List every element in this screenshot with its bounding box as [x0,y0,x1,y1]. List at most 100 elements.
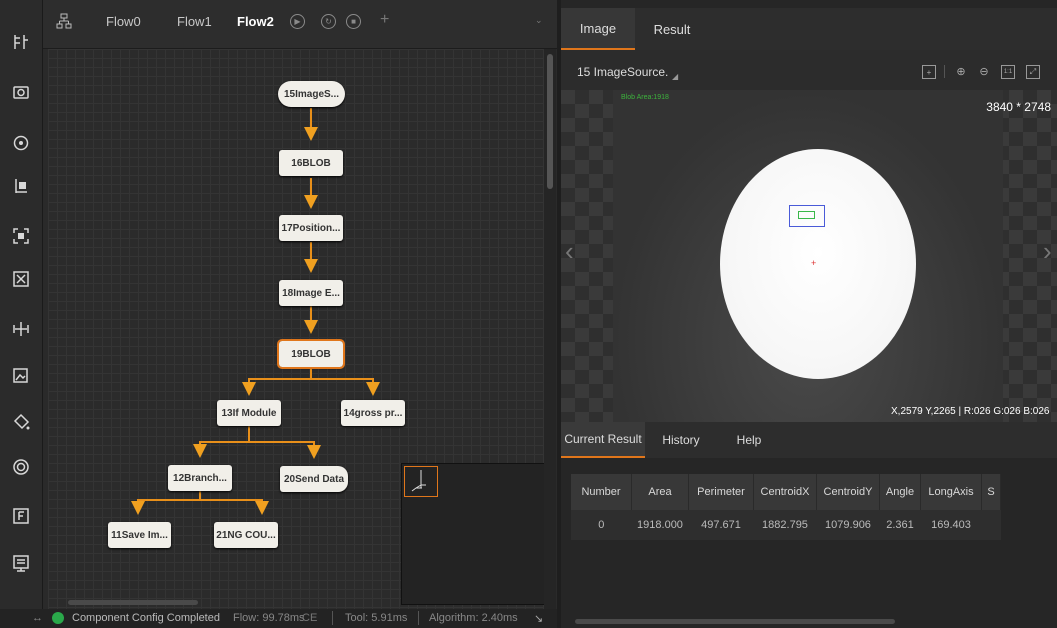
node-send-data-20[interactable]: 20Send Data [280,466,348,492]
blob-area-label: Blob Area:1918 [621,94,669,101]
table-row[interactable]: 0 1918.000 497.671 1882.795 1079.906 2.3… [571,510,1001,540]
defect-detection-icon[interactable] [7,265,35,293]
column-header[interactable]: CentroidY [816,474,880,510]
status-bar: ↔ Component Config Completed Flow: 99.78… [0,609,557,628]
color-icon[interactable] [7,408,35,436]
table-cell: 0 [571,510,632,540]
results-table: Number Area Perimeter CentroidX Centroid… [571,474,1001,540]
node-branch-12[interactable]: 12Branch... [168,465,232,491]
flow-canvas[interactable]: 15ImageS... 16BLOB 17Position... 18Image… [48,49,546,609]
tab-flow0[interactable]: Flow0 [106,14,141,29]
table-cell: 497.671 [688,510,754,540]
app-window: Flow0 Flow1 Flow2 ▶ ↻ ■ + ⌄ 15ImageS... … [0,0,1057,628]
next-image-icon[interactable]: › [1043,236,1052,267]
node-save-image-11[interactable]: 11Save Im... [108,522,171,548]
tool-sidebar [0,0,43,628]
node-if-module-13[interactable]: 13If Module [217,400,281,426]
tab-history[interactable]: History [645,422,717,458]
column-header[interactable]: Angle [879,474,921,510]
collapse-icon[interactable]: ↘ [534,612,543,625]
column-header[interactable]: LongAxis [920,474,982,510]
tab-current-result[interactable]: Current Result [561,422,645,458]
node-position-17[interactable]: 17Position... [279,215,343,241]
positioning-icon[interactable] [7,129,35,157]
status-ok-icon [52,612,64,624]
run-once-icon[interactable]: ▶ [290,14,305,29]
table-cell: 1079.906 [816,510,880,540]
column-header[interactable]: Number [571,474,632,510]
node-ng-count-21[interactable]: 21NG COU... [214,522,278,548]
calibration-icon[interactable] [7,315,35,343]
result-area: Number Area Perimeter CentroidX Centroid… [561,458,1057,628]
table-cell: 1882.795 [753,510,817,540]
column-header[interactable]: Perimeter [688,474,754,510]
tab-dropdown-icon[interactable]: ⌄ [535,15,543,26]
node-image-enhance-18[interactable]: 18Image E... [279,280,343,306]
status-flow-suffix: CE [302,612,318,624]
stop-icon[interactable]: ■ [346,14,361,29]
tab-flow2[interactable]: Flow2 [237,14,274,29]
tab-help[interactable]: Help [717,422,781,458]
zoom-in-icon[interactable]: ⊕ [955,65,967,78]
recognition-icon[interactable] [7,222,35,250]
camera-image: + [613,90,1003,422]
table-cell: 2.361 [879,510,921,540]
status-algorithm-time: Algorithm: 2.40ms [429,612,518,624]
image-result-panel: Image Result 15 ImageSource. ◢ + ⊕ ⊖ 1:1… [561,0,1057,628]
result-horizontal-scrollbar[interactable] [575,619,895,624]
fit-icon[interactable]: + [922,65,936,79]
centroid-mark: + [811,258,817,268]
status-flow-time: Flow: 99.78ms [233,612,305,624]
node-image-source[interactable]: 15ImageS... [278,81,345,107]
column-header[interactable]: S [981,474,1001,510]
fullscreen-icon[interactable]: ⤢ [1026,65,1040,79]
image-viewer[interactable]: + Blob Area:1918 3840 * 2748 X,2579 Y,22… [561,90,1057,422]
flow-tabbar: Flow0 Flow1 Flow2 ▶ ↻ ■ + ⌄ [43,0,557,49]
minimap-viewport[interactable] [404,466,438,497]
column-header[interactable]: CentroidX [753,474,817,510]
zoom-out-icon[interactable]: ⊖ [978,65,990,78]
blob-roi-box [789,205,825,227]
table-cell [981,510,1001,540]
measurement-icon[interactable] [7,172,35,200]
status-divider [332,611,333,625]
table-header-row: Number Area Perimeter CentroidX Centroid… [571,474,1001,510]
status-tool-time: Tool: 5.91ms [345,612,408,624]
node-blob-19[interactable]: 19BLOB [277,339,345,369]
previous-image-icon[interactable]: ‹ [565,236,574,267]
run-loop-icon[interactable]: ↻ [321,14,336,29]
tab-result[interactable]: Result [635,8,709,50]
view-tabbar: Image Result [561,8,1057,50]
tab-image[interactable]: Image [561,8,635,50]
source-dropdown-icon[interactable]: ◢ [672,72,678,81]
logic-icon[interactable] [7,502,35,530]
add-flow-button[interactable]: + [380,11,389,29]
communication-icon[interactable] [7,453,35,481]
node-blob-16[interactable]: 16BLOB [279,150,343,176]
camera-icon[interactable] [7,78,35,106]
canvas-vertical-scrollbar[interactable] [544,49,556,609]
tool-divider [944,65,945,78]
status-message: Component Config Completed [72,612,220,624]
pixel-coordinates: X,2579 Y,2265 | R:026 G:026 B:026 [891,406,1050,417]
image-processing-icon[interactable] [7,362,35,390]
image-header: 15 ImageSource. ◢ + ⊕ ⊖ 1:1 ⤢ [561,50,1057,90]
flow-panel: Flow0 Flow1 Flow2 ▶ ↻ ■ + ⌄ 15ImageS... … [43,0,557,628]
node-gross-14[interactable]: 14gross pr... [341,400,405,426]
expand-icon[interactable]: ↔ [32,612,43,624]
image-source-select[interactable]: 15 ImageSource. [577,65,668,79]
table-cell: 169.403 [920,510,982,540]
column-header[interactable]: Area [631,474,689,510]
acquisition-icon[interactable] [7,28,35,56]
actual-size-icon[interactable]: 1:1 [1001,65,1015,79]
result-tabbar: Current Result History Help [561,422,1057,458]
flow-tree-icon[interactable] [56,13,72,29]
image-resolution: 3840 * 2748 [986,100,1051,114]
canvas-horizontal-scrollbar[interactable] [68,600,198,605]
calculation-icon[interactable] [7,549,35,577]
flow-minimap[interactable] [401,463,546,605]
tab-flow1[interactable]: Flow1 [177,14,212,29]
inspected-disc [720,149,916,379]
status-divider [418,611,419,625]
table-cell: 1918.000 [631,510,689,540]
